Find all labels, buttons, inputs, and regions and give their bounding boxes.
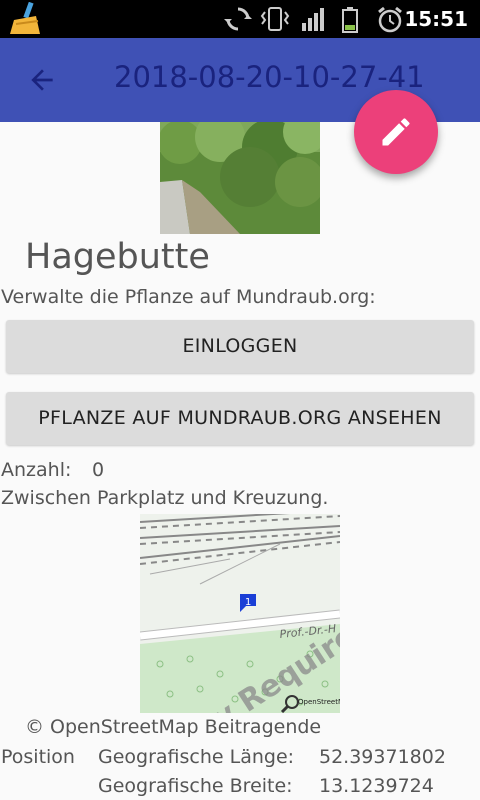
plant-description: Zwischen Parkplatz und Kreuzung. xyxy=(1,487,329,509)
count-value: 0 xyxy=(92,459,105,481)
count-label: Anzahl: xyxy=(1,459,72,481)
position-label: Position xyxy=(1,746,75,768)
edit-button[interactable] xyxy=(354,90,438,174)
view-on-mundraub-button[interactable]: PFLANZE AUF MUNDRAUB.ORG ANSEHEN xyxy=(6,392,474,445)
battery-icon xyxy=(342,7,358,33)
map-view[interactable]: Prof.-Dr.-H 1 Key Required OpenStreetMap xyxy=(140,514,340,713)
broom-icon xyxy=(10,2,40,34)
back-arrow-icon[interactable] xyxy=(26,64,58,96)
plant-name: Hagebutte xyxy=(25,237,210,277)
login-button[interactable]: EINLOGGEN xyxy=(6,320,474,373)
longitude-value: 52.39371802 xyxy=(319,746,446,768)
longitude-label: Geografische Länge: xyxy=(98,746,295,768)
manage-text: Verwalte die Pflanze auf Mundraub.org: xyxy=(1,286,376,308)
map-marker-number: 1 xyxy=(245,597,251,608)
clock: 15:51 xyxy=(404,7,468,31)
latitude-label: Geografische Breite: xyxy=(98,775,293,797)
vibrate-icon xyxy=(260,7,290,31)
osm-logo-text: OpenStreetMap xyxy=(298,698,340,706)
pencil-icon xyxy=(382,118,410,146)
status-bar: 15:51 xyxy=(0,0,480,38)
latitude-value: 13.1239724 xyxy=(319,775,434,797)
plant-photo[interactable] xyxy=(160,122,320,234)
page-title: 2018-08-20-10-27-41 xyxy=(114,60,425,94)
alarm-icon xyxy=(378,6,402,33)
sync-icon xyxy=(224,7,252,31)
signal-icon xyxy=(302,8,324,31)
map-attribution: © OpenStreetMap Beitragende xyxy=(25,716,322,738)
